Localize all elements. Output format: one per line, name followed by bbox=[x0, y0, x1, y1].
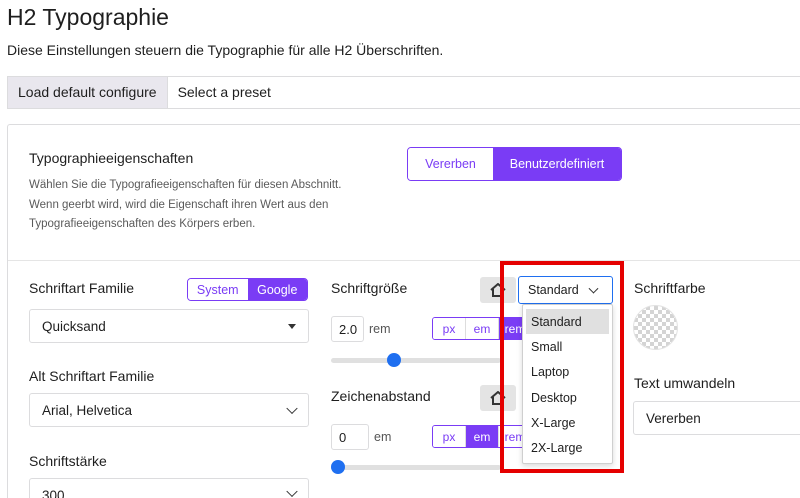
typography-mode-toggle: Vererben Benutzerdefiniert bbox=[407, 147, 622, 181]
slider-thumb[interactable] bbox=[331, 460, 345, 474]
alt-font-family-value: Arial, Helvetica bbox=[42, 402, 133, 418]
font-family-select[interactable]: Quicksand bbox=[29, 309, 309, 343]
caret-down-icon bbox=[288, 324, 296, 329]
font-size-input[interactable]: 2.0 bbox=[331, 316, 364, 342]
section-title: Typographieeigenschaften bbox=[29, 150, 194, 166]
unit-px[interactable]: px bbox=[433, 426, 466, 447]
unit-em[interactable]: em bbox=[466, 318, 499, 339]
chevron-down-icon bbox=[286, 485, 298, 498]
font-source-google[interactable]: Google bbox=[247, 279, 307, 300]
highlight-box bbox=[500, 261, 624, 473]
section-divider bbox=[8, 260, 800, 261]
unit-em[interactable]: em bbox=[466, 426, 499, 447]
font-weight-label: Schriftstärke bbox=[29, 453, 107, 469]
alt-font-family-label: Alt Schriftart Familie bbox=[29, 368, 155, 384]
letter-spacing-unit: em bbox=[374, 430, 392, 444]
unit-px[interactable]: px bbox=[433, 318, 466, 339]
preset-toolbar: Load default configure Select a preset bbox=[7, 76, 800, 109]
font-size-unit: rem bbox=[369, 322, 391, 336]
font-weight-select[interactable]: 300 bbox=[29, 478, 309, 498]
text-transform-label: Text umwandeln bbox=[634, 375, 736, 391]
text-transform-select[interactable]: Vererben bbox=[633, 401, 800, 435]
font-source-system[interactable]: System bbox=[188, 279, 248, 300]
alt-font-family-select[interactable]: Arial, Helvetica bbox=[29, 393, 309, 427]
letter-spacing-slider[interactable] bbox=[331, 460, 501, 474]
font-source-toggle: System Google bbox=[187, 278, 308, 301]
font-color-swatch[interactable] bbox=[633, 305, 678, 350]
load-default-button[interactable]: Load default configure bbox=[8, 77, 168, 108]
font-family-value: Quicksand bbox=[42, 318, 106, 334]
font-size-slider[interactable] bbox=[331, 353, 501, 367]
letter-spacing-label: Zeichenabstand bbox=[331, 388, 431, 404]
font-weight-value: 300 bbox=[42, 488, 65, 498]
font-color-label: Schriftfarbe bbox=[634, 280, 706, 296]
section-help-text: Wählen Sie die Typografieeigenschaften f… bbox=[29, 179, 342, 230]
letter-spacing-input[interactable]: 0 bbox=[331, 424, 369, 450]
font-family-label: Schriftart Familie bbox=[29, 280, 135, 296]
page-title: H2 Typographie bbox=[7, 4, 169, 30]
select-preset-button[interactable]: Select a preset bbox=[168, 77, 281, 108]
font-size-label: Schriftgröße bbox=[331, 280, 408, 296]
text-transform-value: Vererben bbox=[646, 410, 701, 426]
page-description: Diese Einstellungen steuern die Typograp… bbox=[7, 42, 444, 58]
chevron-down-icon bbox=[286, 402, 298, 415]
custom-option[interactable]: Benutzerdefiniert bbox=[493, 148, 621, 180]
inherit-option[interactable]: Vererben bbox=[408, 148, 493, 180]
